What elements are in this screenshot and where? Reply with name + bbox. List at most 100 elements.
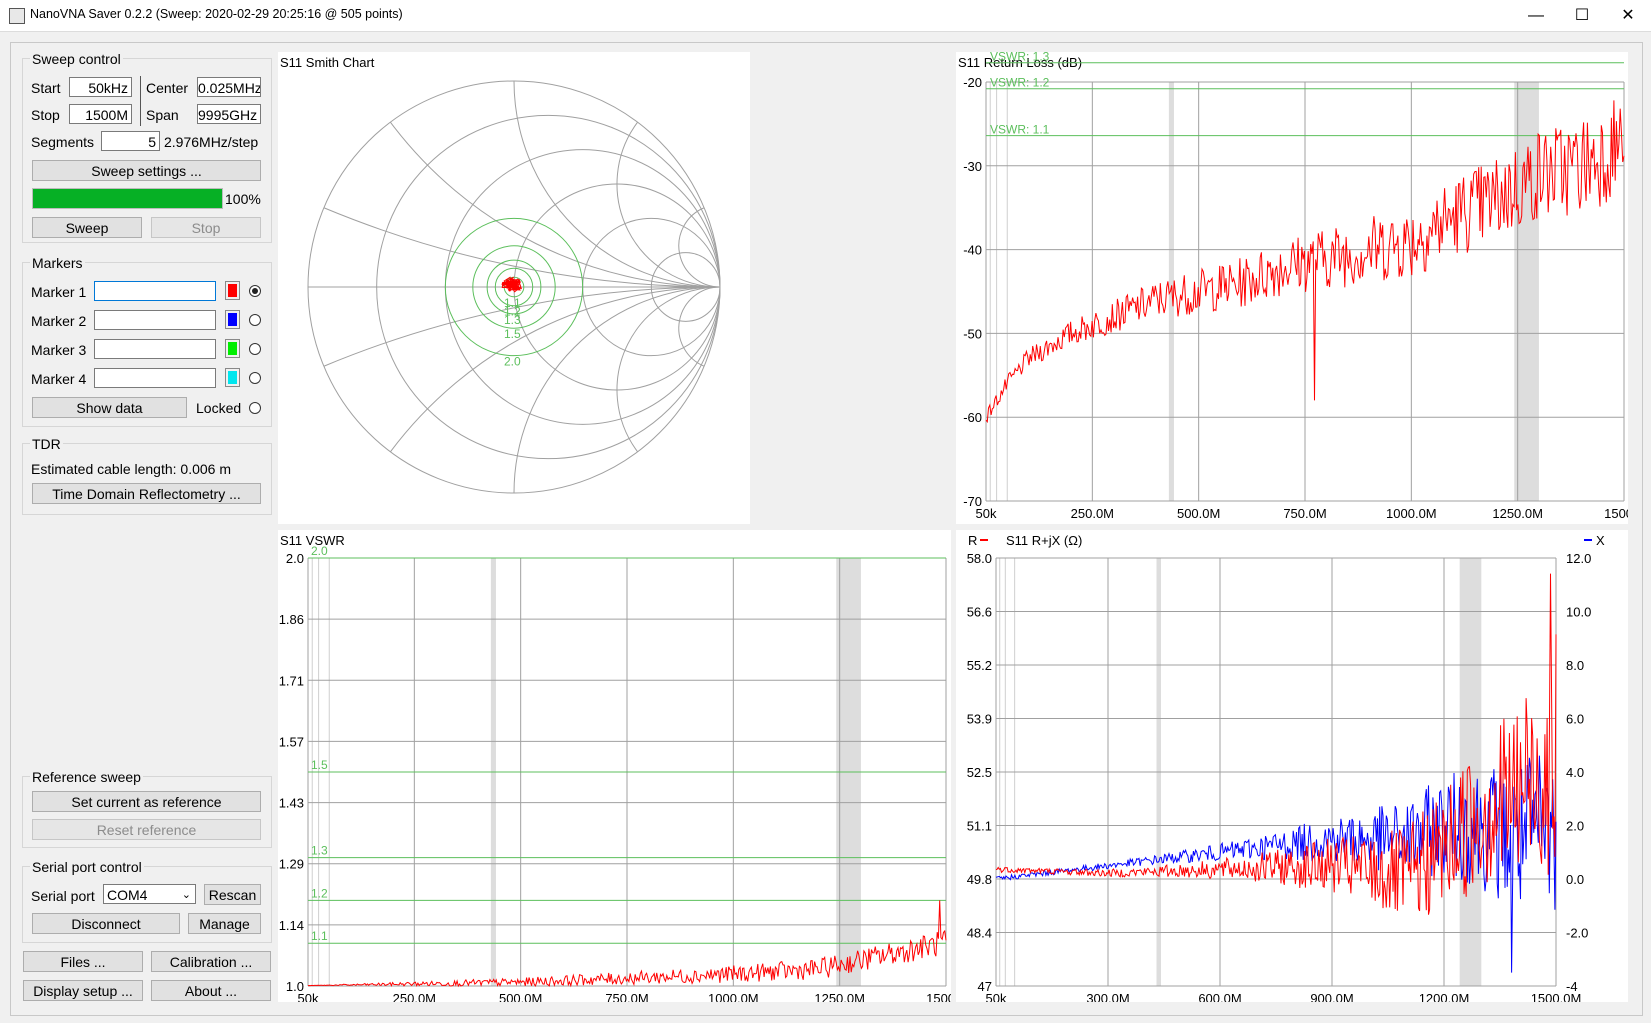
y-tick-label: -50 <box>963 326 982 341</box>
y-tick-label: -70 <box>963 494 982 509</box>
vswr-circle-label: 1.5 <box>504 327 521 341</box>
rescan-button[interactable]: Rescan <box>204 884 261 905</box>
reference-line-label: 1.1 <box>311 929 328 943</box>
marker-2-input[interactable] <box>94 310 216 330</box>
files-button[interactable]: Files ... <box>23 951 143 972</box>
rjx-panel: S11 R+jX (Ω) 50k 300.0M 600.0M 900.0M 1200.0M… <box>956 530 1628 1002</box>
y-tick-label: -30 <box>963 159 982 174</box>
stop-input[interactable]: 1500M <box>69 104 132 124</box>
serial-port-title: Serial port control <box>30 859 144 875</box>
disconnect-button[interactable]: Disconnect <box>32 913 180 934</box>
y-tick-label: 55.2 <box>967 658 992 673</box>
span-input[interactable]: 9995GHz <box>197 104 261 124</box>
y-right-tick-label: 6.0 <box>1566 712 1584 727</box>
minimize-button[interactable]: — <box>1513 0 1559 31</box>
center-input[interactable]: 0.025MHz <box>197 77 261 97</box>
marker-3-radio[interactable] <box>249 343 261 355</box>
y-tick-label: 2.0 <box>286 551 304 566</box>
radio-selected-dot <box>252 288 258 294</box>
x-tick-label: 750.0M <box>1283 506 1326 521</box>
locked-radio[interactable] <box>249 402 261 414</box>
serial-port-value: COM4 <box>107 887 148 903</box>
markers-title: Markers <box>30 255 85 271</box>
marker-3-swatch <box>228 342 237 355</box>
start-input[interactable]: 50kHz <box>69 77 132 97</box>
legend-r-label: R <box>968 533 977 548</box>
tdr-group <box>22 443 272 515</box>
reactance-arc <box>616 121 721 288</box>
x-tick-label: 1200.0M <box>1419 991 1470 1002</box>
marker-3-label: Marker 3 <box>31 342 87 358</box>
reference-line-label: 2.0 <box>311 544 328 558</box>
smith-chart: S11 Smith Chart1.11.21.31.52.0 <box>280 55 721 494</box>
reference-sweep-title: Reference sweep <box>30 769 143 785</box>
y-right-tick-label: 10.0 <box>1566 605 1591 620</box>
app-icon <box>9 8 25 24</box>
chart-title: S11 Smith Chart <box>280 55 375 70</box>
x-tick-label: 600.0M <box>1198 991 1241 1002</box>
marker-3-color-button[interactable] <box>225 339 240 358</box>
marker-1-radio[interactable] <box>249 285 261 297</box>
sweep-control-title: Sweep control <box>30 51 123 67</box>
y-tick-label: 51.1 <box>967 819 992 834</box>
y-tick-label: 48.4 <box>967 926 992 941</box>
marker-4-radio[interactable] <box>249 372 261 384</box>
marker-4-swatch <box>228 371 237 384</box>
y-right-tick-label: 4.0 <box>1566 765 1584 780</box>
display-setup-button[interactable]: Display setup ... <box>23 980 143 1001</box>
reference-line-label: VSWR: 1.3 <box>990 52 1050 64</box>
vswr-circle-label: 2.0 <box>504 355 521 369</box>
marker-3-input[interactable] <box>94 339 216 359</box>
x-tick-label: 500.0M <box>1177 506 1220 521</box>
marker-1-input[interactable] <box>94 281 216 301</box>
marker-4-label: Marker 4 <box>31 371 87 387</box>
segments-input[interactable]: 5 <box>101 131 160 151</box>
x-tick-label: 1000.0M <box>708 991 759 1002</box>
marker-1-color-button[interactable] <box>225 281 240 300</box>
sweep-button[interactable]: Sweep <box>32 217 142 238</box>
close-button[interactable]: ✕ <box>1605 0 1651 31</box>
separator <box>140 76 141 126</box>
reference-line-label: 1.2 <box>311 886 328 900</box>
y-right-tick-label: -4 <box>1566 979 1578 994</box>
x-tick-label: 500.0M <box>499 991 542 1002</box>
window-title: NanoVNA Saver 0.2.2 (Sweep: 2020-02-29 2… <box>30 7 403 21</box>
x-tick-label: 250.0M <box>1071 506 1114 521</box>
legend-x-label: X <box>1596 533 1605 548</box>
progress-fill <box>33 189 222 208</box>
y-tick-label: 1.14 <box>279 918 304 933</box>
show-data-button[interactable]: Show data <box>32 397 187 418</box>
serial-port-select[interactable]: COM4 ⌄ <box>103 884 196 904</box>
about-button[interactable]: About ... <box>151 980 271 1001</box>
marker-2-color-button[interactable] <box>225 310 240 329</box>
marker-4-color-button[interactable] <box>225 368 240 387</box>
reset-reference-button[interactable]: Reset reference <box>32 819 261 840</box>
marker-1-label: Marker 1 <box>31 284 87 300</box>
chart-title: S11 R+jX (Ω) <box>1006 533 1082 548</box>
reference-line-label: VSWR: 1.1 <box>990 123 1050 137</box>
y-tick-label: 1.0 <box>286 979 304 994</box>
step-text: 2.976MHz/step <box>164 134 259 150</box>
y-tick-label: 1.29 <box>279 857 304 872</box>
tdr-button[interactable]: Time Domain Reflectometry ... <box>32 483 261 504</box>
sweep-settings-button[interactable]: Sweep settings ... <box>32 160 261 181</box>
maximize-button[interactable]: ☐ <box>1559 0 1605 31</box>
y-right-tick-label: 8.0 <box>1566 658 1584 673</box>
return-loss-panel: S11 Return Loss (dB) 50k 250.0M 500.0M 750.0… <box>956 52 1628 524</box>
chevron-down-icon: ⌄ <box>181 889 191 901</box>
manage-button[interactable]: Manage <box>188 913 261 934</box>
stop-button[interactable]: Stop <box>151 217 261 238</box>
y-tick-label: 53.9 <box>967 712 992 727</box>
y-tick-label: -60 <box>963 410 982 425</box>
y-right-tick-label: 12.0 <box>1566 551 1591 566</box>
calibration-button[interactable]: Calibration ... <box>151 951 271 972</box>
marker-2-radio[interactable] <box>249 314 261 326</box>
x-tick-label: 1250.0M <box>814 991 865 1002</box>
y-tick-label: -40 <box>963 243 982 258</box>
set-reference-button[interactable]: Set current as reference <box>32 791 261 812</box>
x-tick-label: 1000.0M <box>1386 506 1437 521</box>
sweep-progress-bar <box>32 188 223 209</box>
marker-4-input[interactable] <box>94 368 216 388</box>
x-tick-label: 300.0M <box>1086 991 1129 1002</box>
stop-label: Stop <box>31 107 60 123</box>
